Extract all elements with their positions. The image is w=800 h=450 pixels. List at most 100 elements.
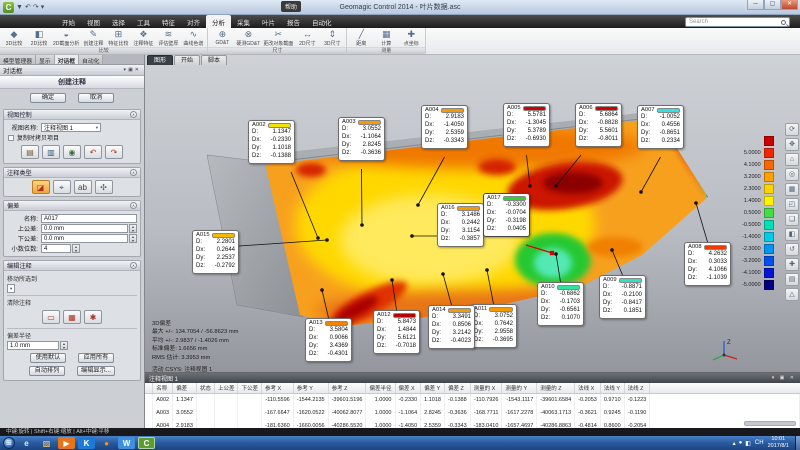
row-selector-cell[interactable] bbox=[145, 406, 153, 419]
maximize-button[interactable]: ▢ bbox=[764, 0, 781, 10]
horizontal-scrollbar[interactable] bbox=[744, 421, 796, 426]
ribbon-button[interactable]: ⊞特征比较 bbox=[106, 29, 130, 47]
view-define-icon[interactable]: ▤ bbox=[21, 145, 39, 159]
panel-tab-自动化[interactable]: 自动化 bbox=[79, 55, 103, 64]
table-close-icon[interactable]: ✕ bbox=[790, 375, 796, 381]
grid-icon[interactable]: ▦ bbox=[785, 183, 799, 196]
spinner-icon[interactable]: ▲▼ bbox=[72, 244, 80, 253]
search-icon[interactable] bbox=[781, 20, 786, 25]
app-logo-icon[interactable]: C bbox=[3, 2, 14, 13]
row-selector-cell[interactable] bbox=[145, 419, 153, 428]
view-apply-icon[interactable]: ↷ bbox=[105, 145, 123, 159]
deviation-annotation-icon[interactable]: ◪ bbox=[32, 180, 50, 194]
column-header[interactable]: 上公差 bbox=[214, 383, 238, 393]
save-icon[interactable]: ▼ bbox=[16, 2, 23, 13]
clear-selected-icon[interactable]: ▭ bbox=[42, 310, 60, 324]
ribbon-button[interactable]: ◆3D比较 bbox=[2, 29, 26, 47]
explorer-icon[interactable]: ▨ bbox=[38, 437, 55, 449]
ribbon-button[interactable]: ✂更改对象截面 bbox=[262, 29, 294, 47]
column-header[interactable]: 测量的 Z bbox=[537, 383, 575, 393]
column-header[interactable]: 状态 bbox=[196, 383, 214, 393]
spinner-icon[interactable]: ▲▼ bbox=[60, 341, 68, 350]
column-header[interactable]: 法线 Z bbox=[624, 383, 650, 393]
column-header[interactable]: 偏差 bbox=[173, 383, 197, 393]
qat-dropdown-icon[interactable]: ▾ bbox=[41, 2, 45, 13]
feature-annotation-icon[interactable]: ✣ bbox=[95, 180, 113, 194]
use-default-button[interactable]: 使用默认 bbox=[30, 353, 66, 363]
pin-icon[interactable]: ▣ bbox=[128, 67, 135, 73]
panel-tab-模型管理器[interactable]: 模型管理器 bbox=[0, 55, 36, 64]
column-header[interactable]: 偏差 X bbox=[395, 383, 421, 393]
move-to-select[interactable]: ▾ bbox=[7, 284, 15, 293]
start-button[interactable]: ⊞ bbox=[3, 437, 15, 449]
layers-icon[interactable]: ▤ bbox=[785, 273, 799, 286]
ribbon-tab-对齐[interactable]: 对齐 bbox=[181, 15, 206, 28]
cancel-button[interactable]: 取消 bbox=[78, 93, 114, 103]
column-header[interactable]: 法线 Y bbox=[600, 383, 624, 393]
pan-view-icon[interactable]: ✥ bbox=[785, 138, 799, 151]
ribbon-button[interactable]: ◧2D比较 bbox=[27, 29, 51, 47]
show-desktop-button[interactable] bbox=[795, 436, 800, 450]
ie-icon[interactable]: e bbox=[18, 437, 35, 449]
column-header[interactable]: 测量的 X bbox=[470, 383, 502, 393]
undo-view-icon[interactable]: ↺ bbox=[785, 243, 799, 256]
decimals-field[interactable]: 4 bbox=[41, 244, 71, 253]
panel-close-icon[interactable]: ✕ bbox=[135, 67, 141, 73]
ribbon-button[interactable]: ❖注释特征 bbox=[131, 29, 155, 47]
column-header[interactable]: 参考 X bbox=[261, 383, 293, 393]
add-view-icon[interactable]: ✚ bbox=[785, 258, 799, 271]
ribbon-button[interactable]: ✚点坐标 bbox=[399, 29, 423, 47]
w-app-icon[interactable]: W bbox=[118, 437, 135, 449]
spinner-icon[interactable]: ▲▼ bbox=[129, 234, 137, 243]
ribbon-button[interactable]: ✎创建注释 bbox=[81, 29, 105, 47]
clear-all-icon[interactable]: ✱ bbox=[84, 310, 102, 324]
collapse-icon[interactable]: ∧ bbox=[130, 169, 137, 176]
window-zoom-icon[interactable]: ❏ bbox=[785, 213, 799, 226]
table-pin-icon[interactable]: ▣ bbox=[780, 375, 787, 381]
view-cube-icon[interactable]: ◰ bbox=[785, 198, 799, 211]
spinner-icon[interactable]: ▲▼ bbox=[129, 224, 137, 233]
panel-tab-显示[interactable]: 显示 bbox=[36, 55, 55, 64]
ribbon-tab-分析[interactable]: 分析 bbox=[206, 15, 231, 28]
ribbon-tab-开始[interactable]: 开始 bbox=[56, 15, 81, 28]
ribbon-button[interactable]: ≋评估壁厚 bbox=[156, 29, 180, 47]
close-button[interactable]: ✕ bbox=[781, 0, 798, 10]
dimension-annotation-icon[interactable]: ⌖ bbox=[53, 180, 71, 194]
ribbon-button[interactable]: ∿曲线色谱 bbox=[181, 29, 205, 47]
table-row[interactable]: A0021.1347-110.5596-1544.2135-39601.5196… bbox=[145, 393, 800, 406]
ribbon-tab-报告[interactable]: 报告 bbox=[281, 15, 306, 28]
viewport-tab-图形[interactable]: 图形 bbox=[147, 55, 173, 65]
minimize-button[interactable]: ─ bbox=[747, 0, 764, 10]
ribbon-button[interactable]: ⊕GD&T bbox=[210, 29, 234, 46]
column-header[interactable]: 测量的 Y bbox=[502, 383, 537, 393]
k-app-icon[interactable]: K bbox=[78, 437, 95, 449]
ribbon-tab-自动化[interactable]: 自动化 bbox=[306, 15, 338, 28]
panel-tab-对话框[interactable]: 对话框 bbox=[55, 55, 79, 64]
zoom-fit-icon[interactable]: ◎ bbox=[785, 168, 799, 181]
view-name-select[interactable]: 注释视图 1▾ bbox=[41, 123, 101, 132]
ribbon-tab-视图[interactable]: 视图 bbox=[81, 15, 106, 28]
table-menu-icon[interactable]: ▾ bbox=[772, 375, 777, 381]
undo-icon[interactable]: ↶ bbox=[25, 2, 31, 13]
ribbon-button[interactable]: ╱距离 bbox=[349, 29, 373, 47]
language-indicator[interactable]: CH bbox=[755, 440, 764, 446]
view-save-icon[interactable]: ▥ bbox=[42, 145, 60, 159]
viewport-tab-脚本[interactable]: 脚本 bbox=[201, 55, 227, 65]
row-selector-cell[interactable] bbox=[145, 393, 153, 406]
collapse-icon[interactable]: ∧ bbox=[130, 111, 137, 118]
viewport-tab-开始[interactable]: 开始 bbox=[174, 55, 200, 65]
column-header[interactable]: 参考 Y bbox=[293, 383, 328, 393]
table-row[interactable]: A0042.9183-181.6360-1660.0056-40286.5520… bbox=[145, 419, 800, 428]
upper-tolerance-field[interactable]: 0.0 mm bbox=[41, 224, 128, 233]
help-button[interactable]: 帮助 bbox=[281, 1, 301, 12]
column-header[interactable]: 法线 X bbox=[575, 383, 601, 393]
lower-tolerance-field[interactable]: 0.0 mm bbox=[41, 234, 128, 243]
tray-icon[interactable]: ▴ bbox=[733, 440, 736, 447]
column-header[interactable]: 下公差 bbox=[238, 383, 262, 393]
firefox-icon[interactable]: ● bbox=[98, 437, 115, 449]
search-input[interactable]: Search bbox=[685, 17, 790, 27]
shade-mode-icon[interactable]: ◧ bbox=[785, 228, 799, 241]
ribbon-button[interactable]: ◒2D截面分析 bbox=[52, 29, 80, 47]
tray-icon[interactable]: ◧ bbox=[745, 440, 751, 447]
geomagic-icon[interactable]: C bbox=[138, 437, 155, 449]
